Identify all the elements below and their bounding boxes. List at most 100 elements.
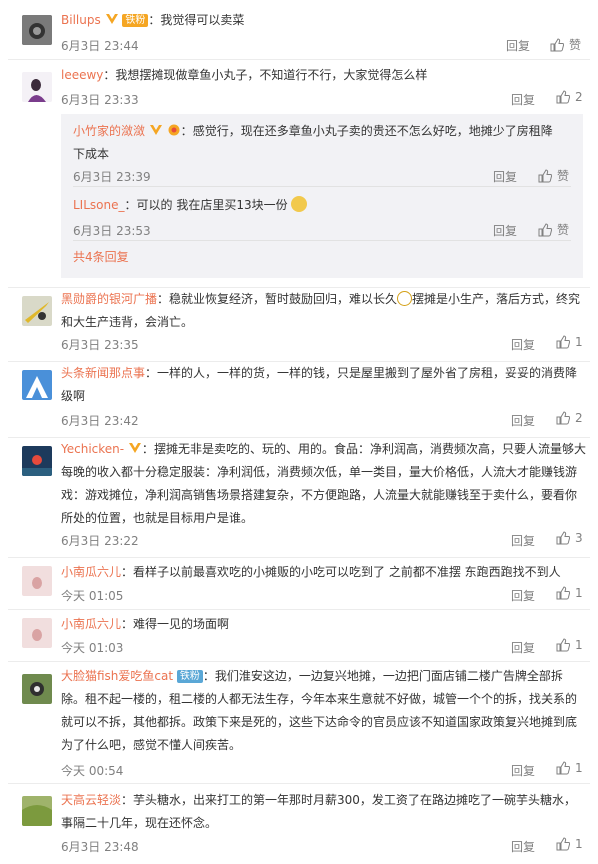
- like-count: 1: [575, 638, 583, 652]
- avatar[interactable]: [22, 446, 52, 476]
- username[interactable]: LILsone_: [73, 198, 125, 212]
- like-button[interactable]: 3: [556, 531, 583, 545]
- timestamp: 6月3日 23:48: [61, 840, 139, 854]
- avatar[interactable]: [22, 370, 52, 400]
- glasses-emoji-icon: [397, 291, 413, 306]
- avatar-image: [22, 566, 52, 596]
- reply-button[interactable]: 回复: [511, 587, 535, 604]
- subreply-body: LILsone_：可以的 我在店里买13块一份: [73, 194, 308, 217]
- username[interactable]: leeewy: [61, 68, 103, 82]
- username[interactable]: 大脸猫fish爱吃鱼cat: [61, 669, 173, 683]
- timestamp: 6月3日 23:53: [73, 224, 151, 238]
- username[interactable]: 小南瓜六儿: [61, 565, 121, 579]
- subreply-text: 可以的 我在店里买13块一份: [136, 198, 288, 212]
- username[interactable]: 天高云轻淡: [61, 793, 121, 807]
- username[interactable]: Yechicken-: [61, 442, 124, 456]
- comment: 小南瓜六儿：难得一见的场面啊 今天 01:03 回复 1: [0, 610, 598, 662]
- laughing-emoji-icon: [291, 196, 308, 212]
- thumbs-up-icon: [556, 761, 570, 775]
- more-replies-link[interactable]: 共4条回复: [73, 248, 129, 265]
- comment: leeewy：我想摆摊现做章鱼小丸子，不知道行不行，大家觉得怎么样 6月3日 2…: [0, 60, 598, 288]
- username[interactable]: 头条新闻那点事: [61, 366, 145, 380]
- reply-button[interactable]: 回复: [511, 838, 535, 855]
- timestamp: 6月3日 23:39: [73, 170, 151, 184]
- username[interactable]: 小竹家的潋潋: [73, 124, 145, 138]
- comment-body: 黑勋爵的银河广播：稳就业恢复经济，暂时鼓励回归，难以长久 摆摊是小生产，落后方式，…: [61, 291, 581, 329]
- divider: [73, 240, 571, 241]
- thumbs-up-icon: [550, 37, 564, 51]
- like-button[interactable]: 2: [556, 90, 583, 104]
- username[interactable]: 黑勋爵的银河广播: [61, 292, 157, 306]
- comment: 小南瓜六儿：看样子以前最喜欢吃的小摊贩的小吃可以吃到了 之前都不准摆 东跑西跑找…: [0, 558, 598, 610]
- vip-icon: [168, 124, 180, 136]
- like-button[interactable]: 1: [556, 586, 583, 600]
- avatar-image: [22, 446, 52, 476]
- subreply-text: 感觉行，现在还多章鱼小丸子卖的贵还不怎么好吃，地摊少了房租降下成本: [73, 124, 553, 161]
- username[interactable]: 小南瓜六儿: [61, 617, 121, 631]
- avatar[interactable]: [22, 15, 52, 45]
- comment: Yechicken- ：摆摊无非是卖吃的、玩的、用的。食品：净利润高，消费频次高…: [0, 438, 598, 558]
- reply-button[interactable]: 回复: [493, 168, 517, 185]
- comment-text: 看样子以前最喜欢吃的小摊贩的小吃可以吃到了 之前都不准摆 东跑西跑找不到人: [133, 565, 561, 579]
- comment-body: Billups 铁粉 ：我觉得可以卖菜: [61, 13, 245, 27]
- thumbs-up-icon: [538, 222, 552, 236]
- timestamp: 今天 00:54: [61, 764, 124, 778]
- comment: 头条新闻那点事：一样的人，一样的货，一样的钱，只是屋里搬到了屋外省了房租，妥妥的…: [0, 362, 598, 438]
- subreply-body: 小竹家的潋潋 ：感觉行，现在还多章鱼小丸子卖的贵还不怎么好吃，地摊少了房租降下成…: [73, 124, 553, 161]
- divider: [73, 186, 571, 187]
- reply-button[interactable]: 回复: [506, 37, 530, 54]
- thumbs-up-icon: [556, 837, 570, 851]
- verified-icon: [128, 443, 141, 453]
- timestamp: 今天 01:03: [61, 641, 124, 655]
- like-button[interactable]: 赞: [538, 221, 569, 238]
- verified-icon: [149, 125, 162, 135]
- timestamp: 6月3日 23:42: [61, 414, 139, 428]
- avatar[interactable]: [22, 618, 52, 648]
- timestamp: 6月3日 23:44: [61, 39, 139, 53]
- reply-button[interactable]: 回复: [511, 91, 535, 108]
- like-button[interactable]: 赞: [538, 167, 569, 184]
- thumbs-up-icon: [556, 638, 570, 652]
- avatar-image: [22, 370, 52, 400]
- like-count: 1: [575, 837, 583, 851]
- reply-button[interactable]: 回复: [511, 532, 535, 549]
- like-count: 赞: [557, 223, 570, 237]
- timestamp: 6月3日 23:22: [61, 534, 139, 548]
- like-count: 1: [575, 586, 583, 600]
- like-count: 1: [575, 761, 583, 775]
- comment-text: 芋头糖水，出来打工的第一年那时月薪300，发工资了在路边摊吃了一碗芋头糖水，事隔…: [61, 793, 576, 830]
- avatar[interactable]: [22, 674, 52, 704]
- username[interactable]: Billups: [61, 13, 101, 27]
- like-button[interactable]: 1: [556, 638, 583, 652]
- like-count: 赞: [569, 38, 582, 52]
- like-button[interactable]: 2: [556, 411, 583, 425]
- avatar[interactable]: [22, 296, 52, 326]
- like-count: 3: [575, 531, 583, 545]
- fans-badge[interactable]: 铁粉: [176, 670, 203, 683]
- like-button[interactable]: 1: [556, 335, 583, 349]
- thumbs-up-icon: [538, 168, 552, 182]
- like-button[interactable]: 赞: [550, 36, 581, 53]
- comment-body: leeewy：我想摆摊现做章鱼小丸子，不知道行不行，大家觉得怎么样: [61, 68, 428, 82]
- thumbs-up-icon: [556, 90, 570, 104]
- like-button[interactable]: 1: [556, 837, 583, 851]
- avatar-image: [22, 15, 52, 45]
- like-button[interactable]: 1: [556, 761, 583, 775]
- comment-body: 小南瓜六儿：看样子以前最喜欢吃的小摊贩的小吃可以吃到了 之前都不准摆 东跑西跑找…: [61, 565, 561, 579]
- subreply-panel: 小竹家的潋潋 ：感觉行，现在还多章鱼小丸子卖的贵还不怎么好吃，地摊少了房租降下成…: [61, 114, 583, 278]
- reply-button[interactable]: 回复: [511, 762, 535, 779]
- thumbs-up-icon: [556, 586, 570, 600]
- avatar[interactable]: [22, 566, 52, 596]
- reply-button[interactable]: 回复: [511, 412, 535, 429]
- comment: 黑勋爵的银河广播：稳就业恢复经济，暂时鼓励回归，难以长久 摆摊是小生产，落后方式，…: [0, 288, 598, 362]
- timestamp: 6月3日 23:33: [61, 93, 139, 107]
- reply-button[interactable]: 回复: [511, 336, 535, 353]
- reply-button[interactable]: 回复: [493, 222, 517, 239]
- reply-button[interactable]: 回复: [511, 639, 535, 656]
- avatar[interactable]: [22, 72, 52, 102]
- like-count: 2: [575, 411, 583, 425]
- thumbs-up-icon: [556, 411, 570, 425]
- fans-badge[interactable]: 铁粉: [122, 14, 149, 27]
- avatar[interactable]: [22, 796, 52, 826]
- comment-body: 天高云轻淡：芋头糖水，出来打工的第一年那时月薪300，发工资了在路边摊吃了一碗芋…: [61, 793, 576, 830]
